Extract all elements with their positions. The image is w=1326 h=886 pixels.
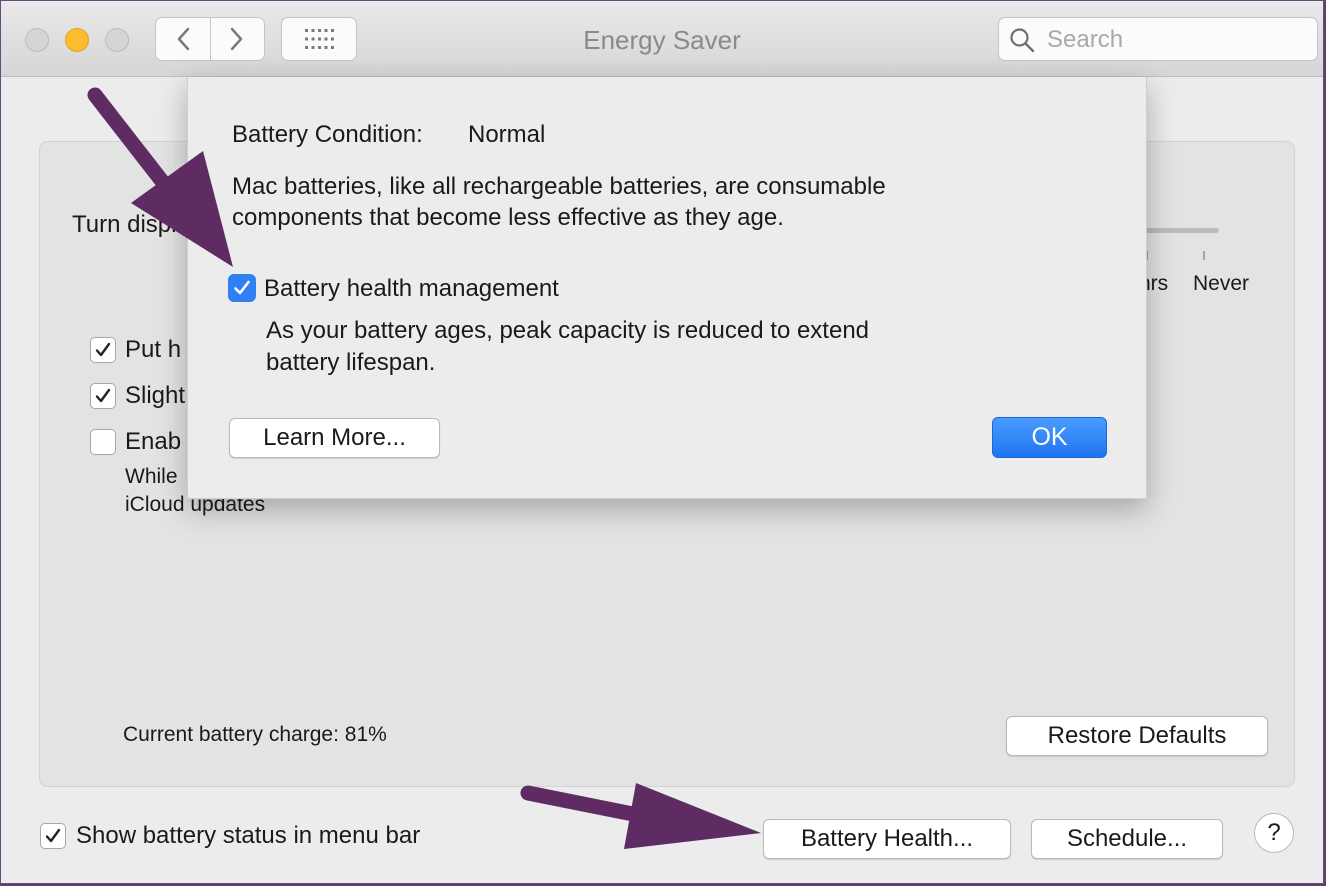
battery-description: Mac batteries, like all rechargeable bat… (232, 173, 886, 200)
battery-health-sheet: Battery Condition: Normal Mac batteries,… (187, 77, 1147, 499)
chevron-right-icon (231, 27, 243, 51)
battery-condition-label: Battery Condition: (232, 121, 423, 148)
restore-defaults-button[interactable]: Restore Defaults (1006, 716, 1268, 756)
enable-power-nap-label: Enab (125, 428, 182, 455)
battery-health-management-checkbox[interactable] (228, 274, 256, 302)
checkmark-icon (234, 280, 250, 295)
slider-tick-label-never: Never (1193, 272, 1250, 295)
title-bar: Energy Saver (1, 1, 1323, 77)
chevron-left-icon (177, 27, 189, 51)
energy-saver-window: Energy Saver Turn displ hrs Never Put h … (0, 0, 1324, 884)
power-nap-description: While (125, 465, 178, 488)
show-battery-status-label: Show battery status in menu bar (76, 822, 421, 849)
checkmark-icon (95, 388, 111, 403)
dim-display-label: Slight (125, 382, 186, 409)
battery-health-button[interactable]: Battery Health... (763, 819, 1011, 859)
battery-description-cont: components that become less effective as… (232, 204, 784, 231)
close-window-button[interactable] (25, 28, 49, 52)
put-hard-disks-to-sleep-checkbox[interactable] (90, 337, 116, 363)
battery-health-management-label: Battery health management (264, 275, 559, 302)
battery-health-management-description: As your battery ages, peak capacity is r… (266, 317, 870, 344)
put-hard-disks-to-sleep-label: Put h (125, 336, 182, 363)
learn-more-button[interactable]: Learn More... (229, 418, 440, 458)
ok-button[interactable]: OK (992, 417, 1107, 458)
grid-icon (305, 29, 334, 49)
battery-charge-status: Current battery charge: 81% (123, 723, 387, 746)
dim-display-checkbox[interactable] (90, 383, 116, 409)
schedule-button[interactable]: Schedule... (1031, 819, 1223, 859)
enable-power-nap-checkbox[interactable] (90, 429, 116, 455)
zoom-window-button[interactable] (105, 28, 129, 52)
help-button[interactable]: ? (1254, 813, 1294, 853)
back-button[interactable] (156, 18, 210, 60)
battery-health-management-description-cont: battery lifespan. (266, 349, 436, 376)
battery-condition-value: Normal (468, 121, 546, 148)
navigation-buttons (155, 17, 265, 61)
checkmark-icon (95, 342, 111, 357)
slider-tick (1203, 251, 1205, 260)
turn-display-off-label: Turn displ (72, 211, 177, 238)
show-all-button[interactable] (281, 17, 357, 61)
search-input[interactable] (1045, 24, 1309, 56)
checkmark-icon (45, 828, 61, 843)
forward-button[interactable] (209, 18, 265, 60)
show-battery-status-checkbox[interactable] (40, 823, 66, 849)
minimize-window-button[interactable] (65, 28, 89, 52)
search-icon (1010, 28, 1035, 53)
search-field[interactable] (998, 17, 1318, 61)
